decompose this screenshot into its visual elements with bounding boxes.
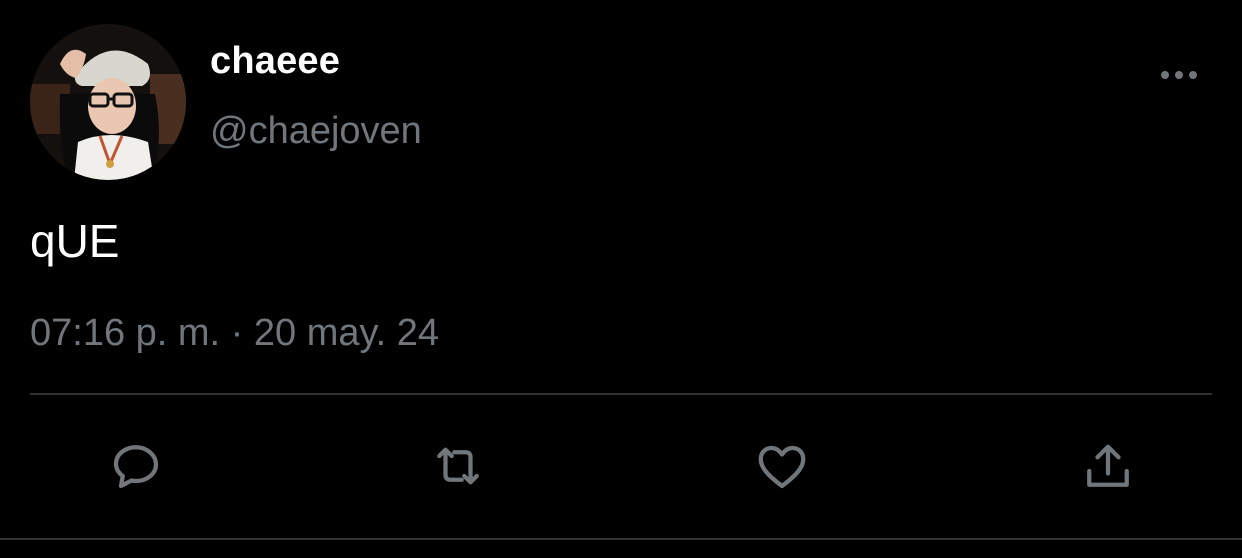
avatar-photo — [30, 24, 186, 180]
divider — [30, 393, 1212, 395]
retweet-arrows-icon — [437, 447, 479, 485]
tweet-timestamp[interactable]: 07:16 p. m. · 20 may. 24 — [30, 312, 439, 355]
divider — [0, 538, 1242, 540]
reply-bubble-icon — [113, 445, 159, 489]
display-name[interactable]: chaeee — [210, 40, 340, 83]
tweet-detail: chaeee @chaejoven qUE 07:16 p. m. · 20 m… — [0, 0, 1242, 558]
share-button[interactable] — [1076, 434, 1140, 498]
tweet-text: qUE — [30, 215, 120, 267]
heart-icon — [758, 445, 806, 489]
reply-button[interactable] — [104, 434, 168, 498]
more-dots-icon — [1161, 71, 1197, 79]
user-handle[interactable]: @chaejoven — [210, 110, 422, 153]
share-upload-icon — [1087, 444, 1129, 487]
like-button[interactable] — [750, 434, 814, 498]
retweet-button[interactable] — [426, 434, 490, 498]
more-options-button[interactable] — [1156, 60, 1202, 90]
avatar[interactable] — [30, 24, 186, 180]
